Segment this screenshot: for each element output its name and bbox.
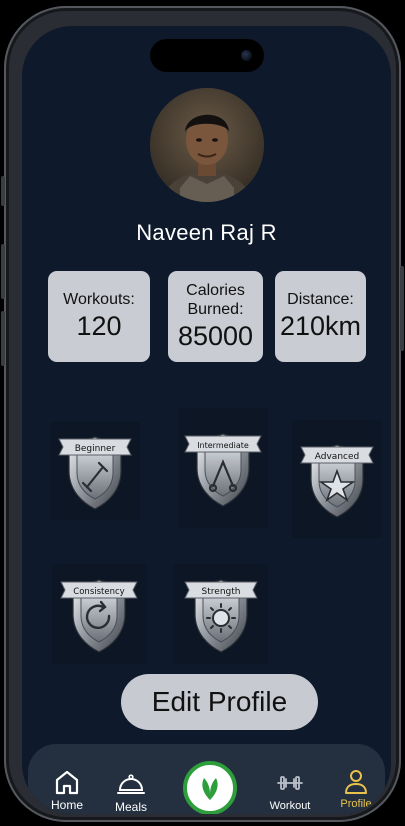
stat-card-calories: Calories Burned: 85000 [168, 271, 263, 362]
nav-label: Meals [114, 800, 147, 814]
phone-volume-down-button [1, 311, 5, 366]
stat-label: Workouts: [63, 291, 135, 308]
user-name: Naveen Raj R [136, 220, 277, 245]
phone-volume-up-button [1, 244, 5, 299]
person-photo-icon [150, 88, 264, 202]
dumbbell-icon [277, 776, 303, 790]
phone-frame: Naveen Raj R Workouts: 120 Calories Burn… [1, 6, 404, 822]
nav-label: Profile [340, 798, 372, 810]
badge-label: Consistency [73, 587, 124, 597]
bottom-nav: Home Meals Workout Profile [28, 744, 385, 814]
edit-profile-button[interactable]: Edit Profile [121, 674, 318, 730]
nav-item-workout[interactable]: Workout [258, 772, 322, 812]
camera-icon [241, 50, 252, 61]
nav-label: Home [50, 798, 83, 812]
stat-value: 120 [76, 311, 122, 341]
profile-icon [345, 770, 367, 794]
badge-advanced[interactable]: Advanced [292, 420, 382, 538]
dynamic-island [150, 39, 264, 72]
stat-value: 210km [279, 311, 362, 341]
nav-item-meals[interactable]: Meals [102, 770, 160, 814]
cloche-icon [117, 774, 145, 794]
nav-label: Workout [269, 800, 311, 812]
stat-card-distance: Distance: 210km [275, 271, 366, 362]
nav-item-home[interactable]: Home [40, 768, 94, 812]
stat-value: 85000 [177, 320, 254, 351]
badge-label: Beginner [75, 444, 116, 454]
phone-power-button [400, 266, 404, 351]
phone-action-button [1, 176, 5, 206]
nav-item-profile[interactable]: Profile [334, 768, 378, 810]
badge-strength[interactable]: Strength [174, 564, 268, 664]
badge-beginner[interactable]: Beginner [50, 422, 140, 520]
badge-intermediate[interactable]: Intermediate [178, 408, 268, 528]
badge-consistency[interactable]: Consistency [52, 564, 146, 664]
badge-label: Intermediate [197, 441, 249, 450]
stat-label: Distance: [287, 291, 354, 308]
app-logo-button[interactable] [183, 761, 237, 814]
avatar[interactable] [150, 88, 264, 202]
badge-label: Advanced [315, 452, 359, 462]
stat-label: Calories Burned: [186, 281, 245, 318]
home-icon [55, 770, 79, 795]
leaf-person-icon [202, 777, 218, 800]
badge-label: Strength [202, 587, 241, 597]
app-screen: Naveen Raj R Workouts: 120 Calories Burn… [22, 26, 391, 814]
stat-card-workouts: Workouts: 120 [48, 271, 150, 362]
